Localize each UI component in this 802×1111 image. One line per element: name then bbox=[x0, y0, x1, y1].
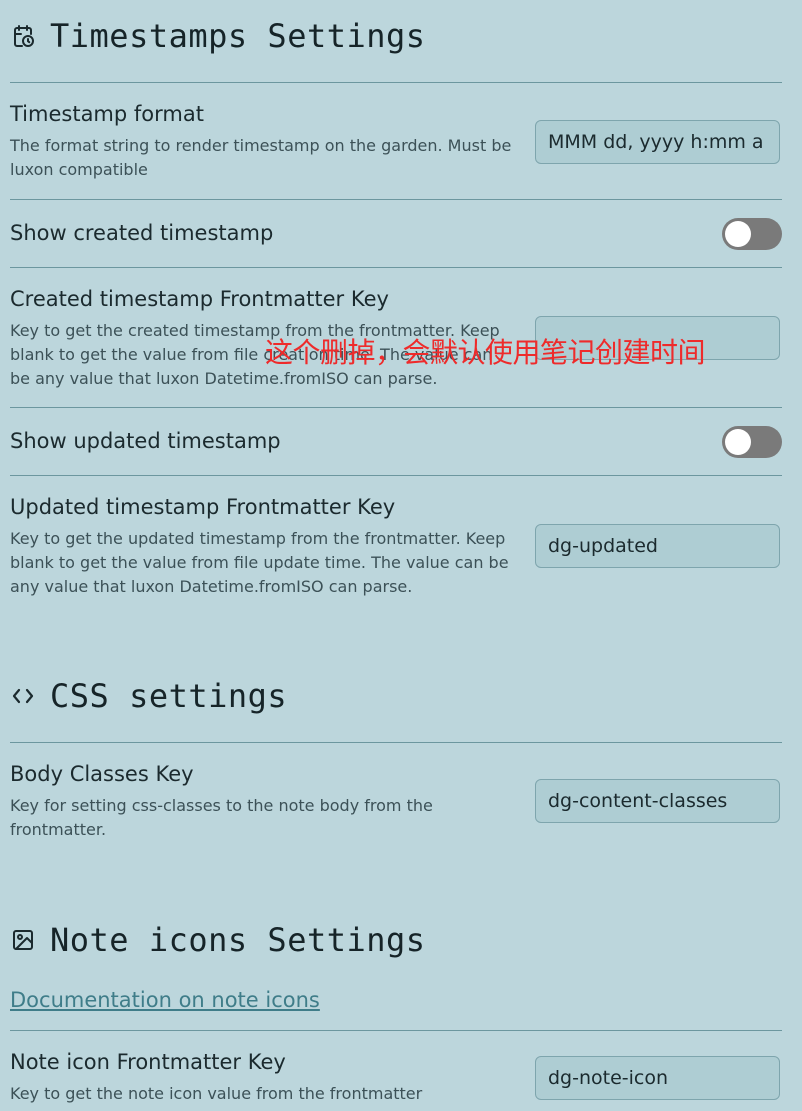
note-icon-key-desc: Key to get the note icon value from the … bbox=[10, 1084, 423, 1103]
body-classes-key-title: Body Classes Key bbox=[10, 762, 194, 786]
show-created-timestamp-title: Show created timestamp bbox=[10, 221, 274, 245]
show-created-timestamp-toggle[interactable] bbox=[722, 218, 782, 250]
timestamps-section-header: Timestamps Settings bbox=[10, 17, 426, 55]
divider bbox=[10, 407, 782, 408]
body-classes-key-input[interactable]: dg-content-classes bbox=[535, 779, 780, 823]
body-classes-key-desc: Key for setting css-classes to the note … bbox=[10, 796, 433, 839]
toggle-knob bbox=[725, 221, 751, 247]
code-icon bbox=[10, 683, 36, 709]
css-section-header: CSS settings bbox=[10, 677, 287, 715]
divider bbox=[10, 475, 782, 476]
updated-key-title: Updated timestamp Frontmatter Key bbox=[10, 495, 396, 519]
note-icon-key-input[interactable]: dg-note-icon bbox=[535, 1056, 780, 1100]
note-icon-key-title: Note icon Frontmatter Key bbox=[10, 1050, 286, 1074]
updated-key-desc: Key to get the updated timestamp from th… bbox=[10, 529, 509, 596]
divider bbox=[10, 199, 782, 200]
note-icons-section-title: Note icons Settings bbox=[50, 921, 426, 959]
image-icon bbox=[10, 927, 36, 953]
timestamp-format-input[interactable]: MMM dd, yyyy h:mm a bbox=[535, 120, 780, 164]
calendar-clock-icon bbox=[10, 23, 36, 49]
toggle-knob bbox=[725, 429, 751, 455]
created-key-title: Created timestamp Frontmatter Key bbox=[10, 287, 389, 311]
show-updated-timestamp-title: Show updated timestamp bbox=[10, 429, 281, 453]
red-annotation: 这个删掉，会默认使用笔记创建时间 bbox=[265, 336, 706, 369]
timestamp-format-title: Timestamp format bbox=[10, 102, 204, 126]
timestamps-section-title: Timestamps Settings bbox=[50, 17, 426, 55]
divider bbox=[10, 1030, 782, 1031]
documentation-link[interactable]: Documentation on note icons bbox=[10, 988, 320, 1012]
timestamp-format-desc: The format string to render timestamp on… bbox=[10, 136, 512, 179]
show-updated-timestamp-toggle[interactable] bbox=[722, 426, 782, 458]
css-section-title: CSS settings bbox=[50, 677, 288, 715]
updated-key-input[interactable]: dg-updated bbox=[535, 524, 780, 568]
divider bbox=[10, 742, 782, 743]
note-icons-section-header: Note icons Settings bbox=[10, 921, 426, 959]
divider bbox=[10, 82, 782, 83]
divider bbox=[10, 267, 782, 268]
